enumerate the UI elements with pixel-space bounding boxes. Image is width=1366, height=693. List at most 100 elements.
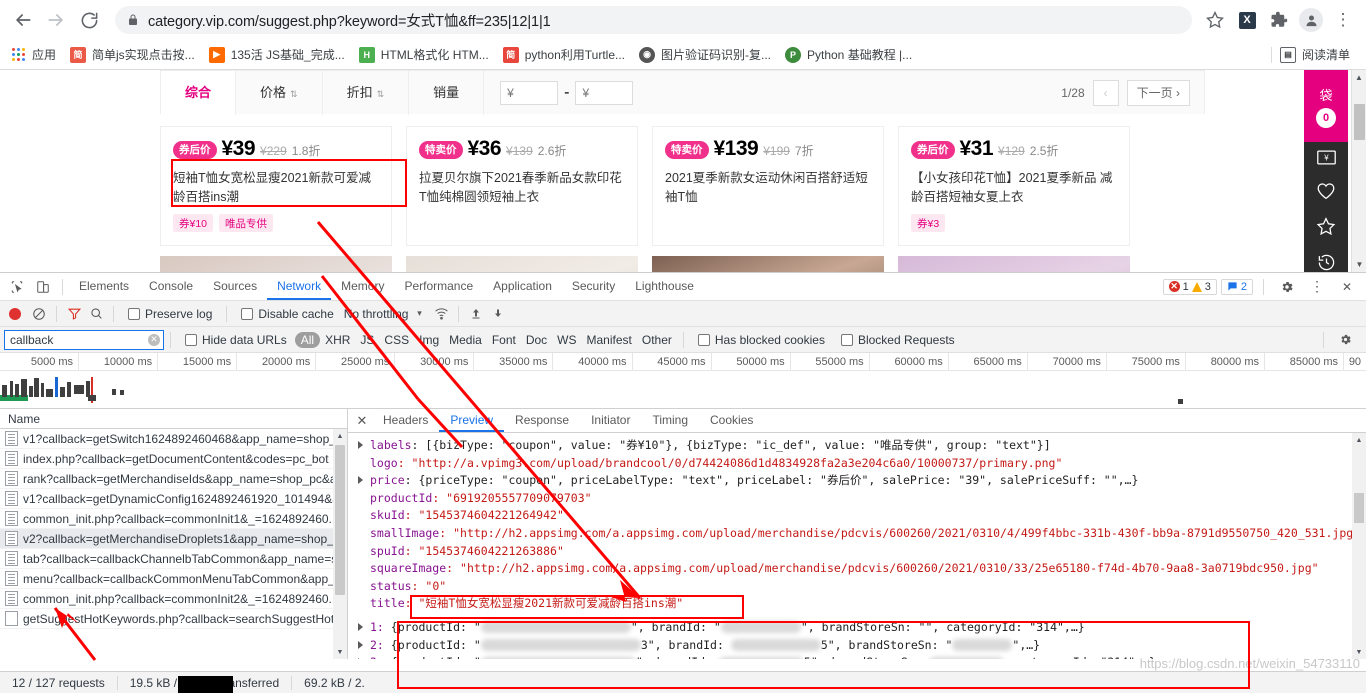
filter-type-manifest[interactable]: Manifest <box>582 333 637 347</box>
filter-type-ws[interactable]: WS <box>552 333 581 347</box>
extension-x-icon[interactable]: X <box>1232 5 1262 35</box>
forward-button[interactable] <box>41 5 71 35</box>
scrollbar-thumb[interactable] <box>335 445 345 595</box>
scroll-down-arrow[interactable]: ▼ <box>1352 257 1366 272</box>
filter-type-doc[interactable]: Doc <box>521 333 552 347</box>
bookmark-item-2[interactable]: H HTML格式化 HTM... <box>358 46 489 63</box>
clear-filter-icon[interactable]: ✕ <box>148 333 160 346</box>
clear-icon[interactable] <box>28 303 50 325</box>
search-icon[interactable] <box>85 303 107 325</box>
product-card[interactable]: 特卖价 ¥36 ¥139 2.6折 拉夏贝尔旗下2021春季新品女款印花T恤纯棉… <box>406 126 638 246</box>
bookmark-item-5[interactable]: P Python 基础教程 |... <box>785 46 912 63</box>
request-row[interactable]: index.php?callback=getDocumentContent&co… <box>0 449 347 469</box>
filter-type-all[interactable]: All <box>294 331 321 348</box>
detail-tab-preview[interactable]: Preview <box>439 409 505 432</box>
bookmark-item-4[interactable]: ◉ 图片验证码识别-复... <box>639 46 771 63</box>
profile-avatar[interactable] <box>1296 5 1326 35</box>
filter-type-js[interactable]: JS <box>355 333 379 347</box>
price-max-input[interactable] <box>575 80 634 105</box>
expand-triangle-icon[interactable] <box>358 658 363 659</box>
detail-tab-response[interactable]: Response <box>504 409 580 432</box>
tab-application[interactable]: Application <box>483 273 562 300</box>
network-conditions-icon[interactable] <box>430 303 452 325</box>
filter-type-media[interactable]: Media <box>444 333 487 347</box>
product-title[interactable]: 拉夏贝尔旗下2021春季新品女款印花T恤纯棉圆领短袖上衣 <box>419 169 625 207</box>
puzzle-icon[interactable] <box>1264 5 1294 35</box>
bookmark-item-1[interactable]: ▶ 135活 JS基础_完成... <box>208 46 345 63</box>
product-title[interactable]: 短袖T恤女宽松显瘦2021新款可爱减龄百搭ins潮 <box>173 169 379 207</box>
heart-icon[interactable] <box>1316 182 1336 203</box>
messages-badge[interactable]: 2 <box>1220 278 1253 295</box>
scroll-up-arrow[interactable]: ▲ <box>1352 70 1366 85</box>
json-line-blurred[interactable]: 2: {productId: " 3", brandId: 5", brandSt… <box>358 637 1366 655</box>
scroll-up-arrow[interactable]: ▲ <box>333 429 347 443</box>
filter-type-xhr[interactable]: XHR <box>320 333 355 347</box>
filter-type-other[interactable]: Other <box>637 333 677 347</box>
expand-triangle-icon[interactable] <box>358 476 363 485</box>
bookmark-item-0[interactable]: 简 简单js实现点击按... <box>70 46 195 63</box>
history-icon[interactable] <box>1317 253 1336 272</box>
close-detail-icon[interactable]: ✕ <box>352 411 372 431</box>
bookmark-item-3[interactable]: 简 python利用Turtle... <box>502 46 625 63</box>
tab-security[interactable]: Security <box>562 273 625 300</box>
import-har-icon[interactable] <box>465 303 487 325</box>
request-row[interactable]: common_init.php?callback=commonInit1&_=1… <box>0 509 347 529</box>
tab-memory[interactable]: Memory <box>331 273 394 300</box>
detail-scrollbar[interactable]: ▲ ▼ <box>1352 433 1366 659</box>
star-icon[interactable] <box>1316 217 1336 239</box>
detail-tab-initiator[interactable]: Initiator <box>580 409 641 432</box>
requests-scrollbar[interactable]: ▲ ▼ <box>333 429 347 659</box>
request-row[interactable]: common_init.php?callback=commonInit2&_=1… <box>0 589 347 609</box>
disable-cache-checkbox[interactable]: Disable cache <box>241 307 334 321</box>
preserve-log-checkbox[interactable]: Preserve log <box>128 307 212 321</box>
scroll-down-arrow[interactable]: ▼ <box>333 645 347 659</box>
json-line[interactable]: squareImage: "http://h2.appsimg.com/a.ap… <box>370 560 1366 578</box>
chevron-down-icon[interactable]: ▾ <box>408 303 430 325</box>
tab-elements[interactable]: Elements <box>69 273 139 300</box>
expand-triangle-icon[interactable] <box>358 441 363 449</box>
apps-shortcut[interactable]: 应用 <box>10 46 56 63</box>
detail-tab-timing[interactable]: Timing <box>641 409 699 432</box>
next-page-button[interactable]: 下一页 › <box>1126 79 1190 106</box>
product-card[interactable]: 特卖价 ¥139 ¥199 7折 2021夏季新款女运动休闲百搭舒适短袖T恤 <box>652 126 884 246</box>
network-settings-gear-icon[interactable] <box>1334 329 1356 351</box>
request-row[interactable]: getSuggestHotKeywords.php?callback=searc… <box>0 609 347 629</box>
devtools-close-icon[interactable]: ✕ <box>1334 274 1360 300</box>
product-card[interactable]: 券后价 ¥31 ¥129 2.5折 【小女孩印花T恤】2021夏季新品 减龄百搭… <box>898 126 1130 246</box>
tab-sources[interactable]: Sources <box>203 273 267 300</box>
json-line[interactable]: skuId: "1545374604221264942" <box>370 507 1366 525</box>
json-line[interactable]: logo: "http://a.vpimg3.com/upload/brandc… <box>370 455 1366 473</box>
json-line[interactable]: spuId: "1545374604221263886" <box>370 543 1366 561</box>
product-title[interactable]: 2021夏季新款女运动休闲百搭舒适短袖T恤 <box>665 169 871 207</box>
expand-triangle-icon[interactable] <box>358 640 363 649</box>
scroll-up-arrow[interactable]: ▲ <box>1352 433 1366 447</box>
address-bar[interactable]: category.vip.com/suggest.php?keyword=女式T… <box>115 6 1192 34</box>
filter-type-font[interactable]: Font <box>487 333 521 347</box>
request-row[interactable]: v1?callback=getSwitch1624892460468&app_n… <box>0 429 347 449</box>
sort-tab-sales[interactable]: 销量 <box>409 70 485 115</box>
sort-tab-price[interactable]: 价格 ⇅ <box>236 70 323 115</box>
throttling-select[interactable]: No throttling <box>344 307 409 321</box>
back-button[interactable] <box>8 5 38 35</box>
tab-performance[interactable]: Performance <box>394 273 483 300</box>
tab-network[interactable]: Network <box>267 273 332 300</box>
product-title[interactable]: 【小女孩印花T恤】2021夏季新品 减龄百搭短袖女夏上衣 <box>911 169 1117 207</box>
request-row-selected[interactable]: v2?callback=getMerchandiseDroplets1&app_… <box>0 529 347 549</box>
product-thumbnail[interactable] <box>160 256 392 272</box>
sort-tab-discount[interactable]: 折扣 ⇅ <box>323 70 410 115</box>
json-line-title[interactable]: title: "短袖T恤女宽松显瘦2021新款可爱减龄百搭ins潮" <box>370 595 1366 613</box>
filter-type-img[interactable]: Img <box>414 333 444 347</box>
request-row[interactable]: menu?callback=callbackCommonMenuTabCommo… <box>0 569 347 589</box>
filter-icon[interactable] <box>63 303 85 325</box>
reading-list-button[interactable]: ▤ 阅读清单 <box>1279 46 1350 63</box>
product-card[interactable]: 券后价 ¥39 ¥229 1.8折 短袖T恤女宽松显瘦2021新款可爱减龄百搭i… <box>160 126 392 246</box>
record-button[interactable] <box>9 307 21 320</box>
preview-json-view[interactable]: labels: [{bizType: "coupon", value: "券¥1… <box>348 433 1366 659</box>
detail-tab-headers[interactable]: Headers <box>372 409 439 432</box>
requests-list[interactable]: v1?callback=getSwitch1624892460468&app_n… <box>0 429 347 659</box>
device-toggle-icon[interactable] <box>30 274 56 300</box>
shopping-bag-button[interactable]: 袋 0 <box>1304 70 1348 142</box>
cursor-inspect-icon[interactable] <box>4 274 30 300</box>
page-scrollbar[interactable]: ▲ ▼ <box>1351 70 1366 272</box>
request-row[interactable]: v1?callback=getDynamicConfig162489246192… <box>0 489 347 509</box>
